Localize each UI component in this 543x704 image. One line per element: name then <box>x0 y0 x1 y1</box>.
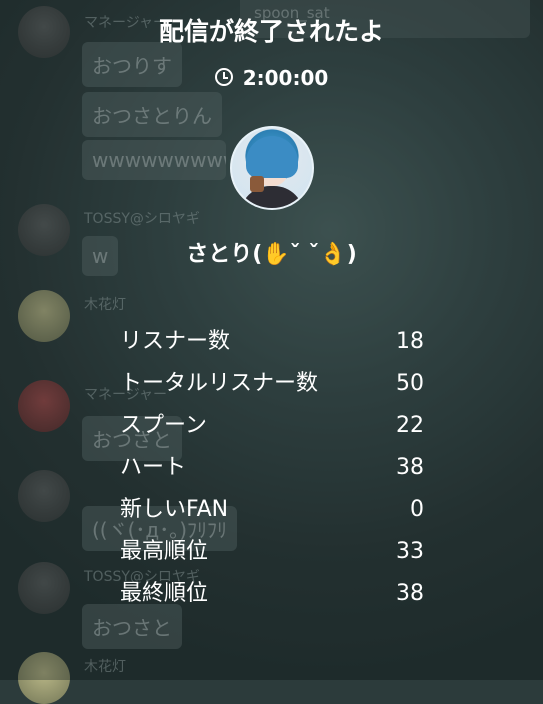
stat-value: 33 <box>396 539 424 564</box>
duration-text: 2:00:00 <box>242 66 329 90</box>
stat-value: 38 <box>396 581 424 606</box>
stat-row-listeners: リスナー数 18 <box>120 328 426 356</box>
stat-row-final-rank: 最終順位 38 <box>120 580 426 608</box>
broadcaster-name: さとり(✋ˇ ˇ👌) <box>186 242 357 267</box>
stat-row-new-fans: 新しいFAN 0 <box>120 496 426 524</box>
broadcaster-avatar <box>230 126 314 210</box>
clock-icon <box>214 68 233 86</box>
page-title: 配信が終了されたよ <box>158 17 384 46</box>
broadcast-duration: 2:00:00 <box>0 66 543 90</box>
stat-row-total-listeners: トータルリスナー数 50 <box>120 370 426 398</box>
stat-value: 18 <box>396 329 424 354</box>
stat-value: 38 <box>396 455 424 480</box>
stat-label: トータルリスナー数 <box>120 371 319 396</box>
stat-value: 22 <box>396 413 424 438</box>
stat-label: 新しいFAN <box>120 497 229 522</box>
stat-row-hearts: ハート 38 <box>120 454 426 482</box>
stat-value: 0 <box>410 497 424 522</box>
stat-row-spoons: スプーン 22 <box>120 412 426 440</box>
stat-row-highest-rank: 最高順位 33 <box>120 538 426 566</box>
stat-value: 50 <box>396 371 424 396</box>
stat-label: リスナー数 <box>120 329 231 354</box>
stat-label: ハート <box>120 455 187 480</box>
stat-label: 最高順位 <box>120 539 209 564</box>
stats-list: リスナー数 18 トータルリスナー数 50 スプーン 22 ハート 38 新しい… <box>120 328 426 622</box>
stat-label: スプーン <box>120 413 207 438</box>
stat-label: 最終順位 <box>120 581 209 606</box>
